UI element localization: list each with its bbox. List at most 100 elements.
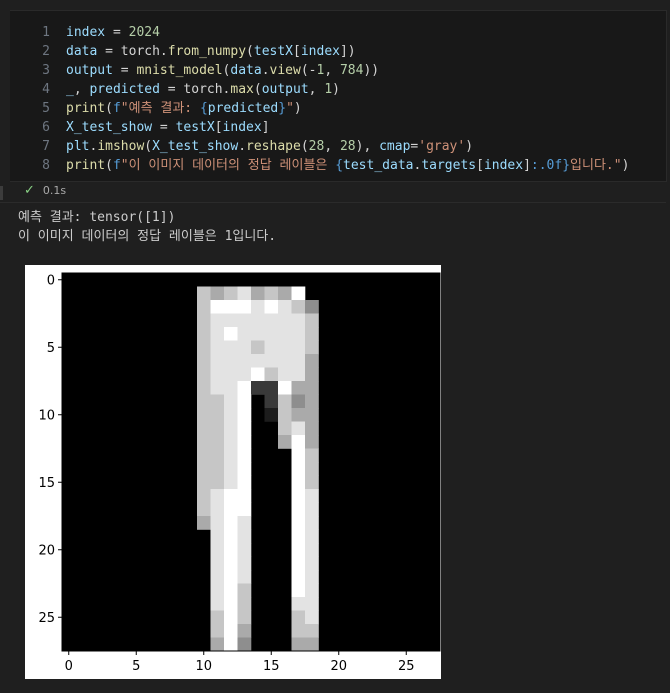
pixel-cell [197,300,211,314]
pixel-cell [237,543,252,557]
pixel-cell [264,367,279,382]
pixel-cell [237,637,252,652]
y-tick-label: 0 [47,273,55,288]
pixel-cell [210,381,225,395]
pixel-cell [305,354,319,368]
pixel-cell [210,340,225,355]
pixel-cell [278,313,292,328]
pixel-cell [224,502,238,517]
pixel-cell [224,300,238,314]
pixel-cell [237,448,252,463]
pixel-cell [237,421,252,436]
pixel-cell [291,597,306,611]
pixel-cell [291,408,306,422]
pixel-cell [291,462,306,476]
pixel-cell [237,381,252,395]
pixel-cell [278,435,292,449]
pixel-cell [224,354,238,368]
pixel-cell [278,408,292,422]
pixel-cell [305,516,319,530]
pixel-cell [224,462,238,476]
pixel-cell [305,394,319,409]
pixel-cell [224,327,238,341]
pixel-cell [278,421,292,436]
pixel-cell [251,313,265,328]
pixel-cell [224,286,238,301]
pixel-cell [224,583,238,598]
x-tick-label: 5 [132,659,140,674]
pixel-cell [278,300,292,314]
pixel-cell [210,556,225,571]
pixel-cell [224,516,238,530]
pixel-cell [210,489,225,503]
cell-divider [0,10,666,203]
pixel-cell [210,502,225,517]
pixel-cell [291,448,306,463]
pixel-cell [210,367,225,382]
pixel-cell [224,556,238,571]
pixel-cell [210,462,225,476]
pixel-cell [264,327,279,341]
pixel-cell [291,583,306,598]
pixel-cell [305,448,319,463]
pixel-cell [197,286,211,301]
pixel-cell [305,435,319,449]
pixel-cell [237,529,252,544]
pixel-cell [291,300,306,314]
pixel-cell [224,597,238,611]
pixel-cell [197,448,211,463]
pixel-cell [237,286,252,301]
pixel-cell [251,354,265,368]
pixel-cell [210,313,225,328]
pixel-cell [224,367,238,382]
pixel-cell [291,367,306,382]
pixel-cell [305,556,319,571]
pixel-cell [224,543,238,557]
pixel-cell [291,354,306,368]
pixel-cell [305,489,319,503]
pixel-cell [224,448,238,463]
cell-output: 예측 결과: tensor([1]) 이 이미지 데이터의 정답 레이블은 1입니… [18,208,276,246]
pixel-cell [197,435,211,449]
pixel-cell [210,570,225,584]
pixel-cell [264,300,279,314]
pixel-cell [305,421,319,436]
pixel-cell [237,394,252,409]
pixel-cell [237,327,252,341]
pixel-cell [291,313,306,328]
pixel-cell [305,502,319,517]
pixel-cell [197,340,211,355]
heatmap-figure: 0 5 10 15 20 25 0 5 10 15 20 25 [38,272,441,674]
pixel-cell [305,597,319,611]
pixel-cell [224,394,238,409]
pixel-cell [210,421,225,436]
pixel-cell [305,624,319,638]
x-tick-label: 10 [195,659,212,674]
pixel-cell [291,610,306,625]
pixel-cell [210,327,225,341]
pixel-cell [305,300,319,314]
pixel-cell [224,421,238,436]
pixel-cell [237,570,252,584]
pixel-cell [291,516,306,530]
y-tick-label: 5 [47,341,55,356]
pixel-cell [224,475,238,490]
x-tick-label: 25 [398,659,415,674]
pixel-cell [197,367,211,382]
pixel-cell [264,394,279,409]
pixel-cell [278,381,292,395]
pixel-cell [197,354,211,368]
pixel-cell [237,462,252,476]
pixel-cell [224,381,238,395]
pixel-cell [197,313,211,328]
pixel-cell [224,624,238,638]
pixel-cell [224,529,238,544]
pixel-cell [305,529,319,544]
pixel-cell [291,543,306,557]
pixel-cell [224,435,238,449]
notebook-cell[interactable]: 1 index = 2024 2 data = torch.from_numpy(te… [0,10,667,203]
pixel-cell [251,381,265,395]
pixel-cell [197,502,211,517]
pixel-cell [210,583,225,598]
pixel-cell [264,313,279,328]
